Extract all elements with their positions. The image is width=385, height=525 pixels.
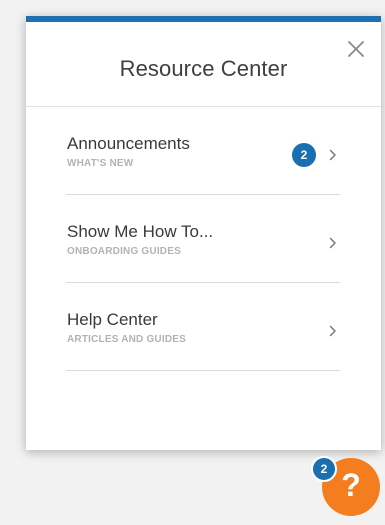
close-button[interactable] bbox=[345, 38, 367, 60]
resource-list: Announcements WHAT'S NEW 2 Show Me How T… bbox=[66, 107, 340, 371]
chevron-right-icon bbox=[329, 325, 337, 337]
list-item-help-center[interactable]: Help Center ARTICLES AND GUIDES bbox=[66, 283, 340, 371]
item-subtitle: ONBOARDING GUIDES bbox=[67, 246, 181, 257]
list-item-announcements[interactable]: Announcements WHAT'S NEW 2 bbox=[66, 107, 340, 195]
item-title: Show Me How To... bbox=[67, 222, 214, 241]
item-subtitle: WHAT'S NEW bbox=[67, 158, 134, 169]
item-title: Announcements bbox=[67, 134, 190, 153]
launcher-notification-badge: 2 bbox=[311, 456, 337, 482]
list-item-show-me-how[interactable]: Show Me How To... ONBOARDING GUIDES bbox=[66, 195, 340, 283]
chevron-right-icon bbox=[329, 149, 337, 161]
panel-header: Resource Center bbox=[26, 22, 381, 107]
panel-title: Resource Center bbox=[119, 56, 288, 81]
item-subtitle: ARTICLES AND GUIDES bbox=[67, 334, 186, 345]
item-title: Help Center bbox=[67, 310, 158, 329]
notification-badge: 2 bbox=[292, 143, 316, 167]
chevron-right-icon bbox=[329, 237, 337, 249]
resource-center-panel: Resource Center Announcements WHAT'S NEW… bbox=[26, 16, 381, 450]
close-icon bbox=[348, 41, 364, 57]
